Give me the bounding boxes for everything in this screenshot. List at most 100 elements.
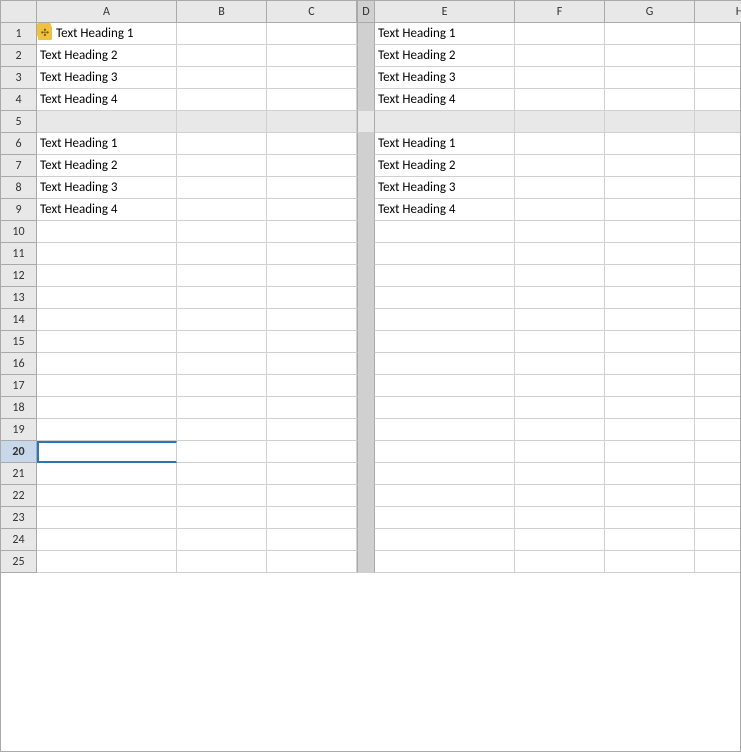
cell-a4[interactable]: Text Heading 4 [37, 89, 177, 111]
cell-c18[interactable] [267, 397, 357, 419]
cell-f10[interactable] [515, 221, 605, 243]
row-num-16[interactable]: 16 [1, 353, 37, 375]
cell-g22[interactable] [605, 485, 695, 507]
cell-a12[interactable] [37, 265, 177, 287]
cell-a1[interactable]: ✣ Text Heading 1 [37, 23, 177, 45]
cell-c20[interactable] [267, 441, 357, 463]
row-num-2[interactable]: 2 [1, 45, 37, 67]
cell-g2[interactable] [605, 45, 695, 67]
cell-f22[interactable] [515, 485, 605, 507]
row-num-11[interactable]: 11 [1, 243, 37, 265]
cell-h8[interactable] [695, 177, 740, 199]
cell-e25[interactable] [375, 551, 515, 573]
cell-h6[interactable] [695, 133, 740, 155]
cell-c21[interactable] [267, 463, 357, 485]
row-num-14[interactable]: 14 [1, 309, 37, 331]
cell-h15[interactable] [695, 331, 740, 353]
row-num-17[interactable]: 17 [1, 375, 37, 397]
cell-b8[interactable] [177, 177, 267, 199]
cell-b14[interactable] [177, 309, 267, 331]
cell-a20[interactable] [37, 441, 177, 463]
cell-e22[interactable] [375, 485, 515, 507]
cell-a16[interactable] [37, 353, 177, 375]
row-num-23[interactable]: 23 [1, 507, 37, 529]
cell-f19[interactable] [515, 419, 605, 441]
cell-g15[interactable] [605, 331, 695, 353]
cell-c9[interactable] [267, 199, 357, 221]
row-num-20[interactable]: 20 [1, 441, 37, 463]
cell-a13[interactable] [37, 287, 177, 309]
cell-e20[interactable] [375, 441, 515, 463]
cell-e1[interactable]: Text Heading 1 [375, 23, 515, 45]
cell-h19[interactable] [695, 419, 740, 441]
col-header-b[interactable]: B [177, 1, 267, 23]
cell-a24[interactable] [37, 529, 177, 551]
cell-g9[interactable] [605, 199, 695, 221]
cell-c24[interactable] [267, 529, 357, 551]
cell-a25[interactable] [37, 551, 177, 573]
cell-b9[interactable] [177, 199, 267, 221]
cell-f13[interactable] [515, 287, 605, 309]
cell-f25[interactable] [515, 551, 605, 573]
cell-b18[interactable] [177, 397, 267, 419]
cell-c19[interactable] [267, 419, 357, 441]
col-header-c[interactable]: C [267, 1, 357, 23]
cell-h4[interactable] [695, 89, 740, 111]
cell-g18[interactable] [605, 397, 695, 419]
cell-c3[interactable] [267, 67, 357, 89]
cell-e9[interactable]: Text Heading 4 [375, 199, 515, 221]
cell-g3[interactable] [605, 67, 695, 89]
cell-f8[interactable] [515, 177, 605, 199]
cell-b13[interactable] [177, 287, 267, 309]
cell-f12[interactable] [515, 265, 605, 287]
row-num-7[interactable]: 7 [1, 155, 37, 177]
cell-h14[interactable] [695, 309, 740, 331]
cell-g20[interactable] [605, 441, 695, 463]
cell-g10[interactable] [605, 221, 695, 243]
cell-b3[interactable] [177, 67, 267, 89]
cell-c2[interactable] [267, 45, 357, 67]
cell-a6[interactable]: Text Heading 1 [37, 133, 177, 155]
cell-f14[interactable] [515, 309, 605, 331]
cell-b20[interactable] [177, 441, 267, 463]
cell-g19[interactable] [605, 419, 695, 441]
col-header-f[interactable]: F [515, 1, 605, 23]
cell-c15[interactable] [267, 331, 357, 353]
cell-a19[interactable] [37, 419, 177, 441]
cell-e8[interactable]: Text Heading 3 [375, 177, 515, 199]
cell-e18[interactable] [375, 397, 515, 419]
cell-h1[interactable] [695, 23, 740, 45]
cell-e19[interactable] [375, 419, 515, 441]
row-num-12[interactable]: 12 [1, 265, 37, 287]
cell-f4[interactable] [515, 89, 605, 111]
row-num-8[interactable]: 8 [1, 177, 37, 199]
cell-g23[interactable] [605, 507, 695, 529]
cell-h12[interactable] [695, 265, 740, 287]
cell-b25[interactable] [177, 551, 267, 573]
cell-b15[interactable] [177, 331, 267, 353]
col-header-g[interactable]: G [605, 1, 695, 23]
row-num-21[interactable]: 21 [1, 463, 37, 485]
cell-e15[interactable] [375, 331, 515, 353]
cell-h13[interactable] [695, 287, 740, 309]
cell-c10[interactable] [267, 221, 357, 243]
cell-f6[interactable] [515, 133, 605, 155]
cell-c25[interactable] [267, 551, 357, 573]
cell-f23[interactable] [515, 507, 605, 529]
cell-c7[interactable] [267, 155, 357, 177]
cell-a10[interactable] [37, 221, 177, 243]
col-header-a[interactable]: A [37, 1, 177, 23]
cell-e4[interactable]: Text Heading 4 [375, 89, 515, 111]
cell-c5[interactable] [267, 111, 357, 133]
cell-h24[interactable] [695, 529, 740, 551]
cell-c13[interactable] [267, 287, 357, 309]
cell-h3[interactable] [695, 67, 740, 89]
cell-g1[interactable] [605, 23, 695, 45]
row-num-24[interactable]: 24 [1, 529, 37, 551]
cell-b16[interactable] [177, 353, 267, 375]
cell-f1[interactable] [515, 23, 605, 45]
row-num-9[interactable]: 9 [1, 199, 37, 221]
cell-g16[interactable] [605, 353, 695, 375]
cell-g25[interactable] [605, 551, 695, 573]
cell-b10[interactable] [177, 221, 267, 243]
